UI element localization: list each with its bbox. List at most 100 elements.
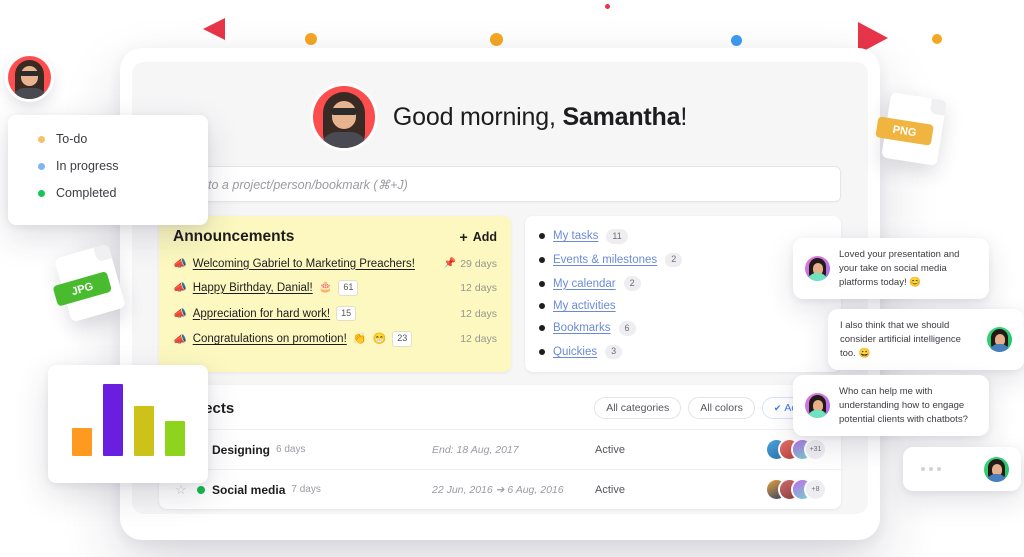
quicklink-label[interactable]: Quickies: [553, 346, 597, 358]
legend-color-dot: [38, 189, 45, 197]
pin-icon: 📌: [443, 258, 457, 269]
app-content: Good morning, Samantha! Jump to a projec…: [132, 62, 868, 514]
avatar-stack: +31: [767, 440, 825, 460]
chart-bar: [71, 428, 92, 456]
legend-list: To-do In progress Completed: [38, 132, 208, 200]
file-type-label: PNG: [875, 116, 934, 146]
search-input[interactable]: Jump to a project/person/bookmark (⌘+J): [159, 166, 841, 202]
file-corner-fold: [93, 243, 112, 263]
avatar: [8, 56, 51, 99]
megaphone-icon: 📣: [173, 333, 187, 346]
legend-color-dot: [38, 135, 45, 143]
announcement-row: 📣 Congratulations on promotion! 👏 😁 23 12 day…: [173, 331, 497, 348]
bar-chart: [48, 384, 208, 456]
chat-bubble: Loved your presentation and your take on…: [793, 238, 989, 300]
typing-dot: [937, 467, 941, 471]
project-name[interactable]: Social media: [212, 483, 285, 497]
typing-indicator-bubble: [903, 447, 1021, 491]
search-section: Jump to a project/person/bookmark (⌘+J): [132, 166, 868, 202]
plus-icon: +: [459, 229, 468, 245]
file-sheet: PNG: [875, 92, 947, 166]
chat-message-text: Who can help me with understanding how t…: [839, 386, 968, 425]
legend-label: Completed: [56, 186, 117, 200]
avatar-body: [808, 410, 827, 419]
quicklink-label[interactable]: My activities: [553, 300, 616, 312]
table-row[interactable]: ☆ Social media 7 days 22 Jun, 2016 ➔ 6 Aug,…: [159, 469, 841, 509]
bullet-icon: [539, 349, 545, 356]
decor-dot-4: [932, 34, 942, 44]
decor-dot-1: [305, 33, 317, 45]
announcements-header: Announcements + Add: [173, 228, 497, 246]
announcement-row: 📣 Happy Birthday, Danial! 🎂 61 12 days: [173, 280, 497, 296]
greeting-suffix: !: [680, 102, 688, 131]
quicklink-count-badge: 11: [606, 229, 628, 244]
project-date: End: 18 Aug, 2017: [432, 443, 519, 456]
table-row[interactable]: ☆Designing6 daysEnd: 18 Aug, 2017Active+…: [159, 429, 841, 469]
quicklink-label[interactable]: My calendar: [553, 278, 616, 290]
megaphone-icon: 📣: [173, 282, 187, 295]
announcement-link[interactable]: Congratulations on promotion!: [193, 333, 347, 345]
legend-color-dot: [38, 162, 45, 170]
announcement-age: 12 days: [460, 282, 497, 294]
png-file-badge: PNG: [875, 92, 947, 166]
project-duration: 6 days: [276, 444, 306, 456]
quicklink-label[interactable]: Bookmarks: [553, 322, 611, 334]
user-avatar[interactable]: [312, 86, 375, 148]
announcement-days-label: 12 days: [460, 333, 497, 346]
chat-message-text: I also think that we should consider art…: [840, 320, 961, 359]
legend-row: Completed: [38, 186, 208, 200]
star-icon[interactable]: ☆: [175, 482, 197, 498]
project-name[interactable]: Designing: [212, 443, 270, 457]
announcement-days-label: 29 days: [460, 257, 497, 270]
quicklink-row: My activities: [539, 300, 827, 312]
announcement-days-label: 12 days: [460, 307, 497, 320]
announcement-days-label: 12 days: [460, 281, 497, 294]
legend-label: To-do: [56, 132, 88, 146]
chat-message-text: Loved your presentation and your take on…: [839, 249, 960, 288]
announcements-card: Announcements + Add 📣 Welcoming Gabriel t…: [159, 216, 511, 373]
add-announcement-button[interactable]: + Add: [460, 230, 498, 244]
projects-card: Projects All categoriesAll colors✔Active…: [159, 385, 841, 510]
announcement-link[interactable]: Happy Birthday, Danial!: [193, 282, 313, 294]
greeting-name: Samantha: [562, 102, 681, 131]
reaction-count-badge: 23: [392, 331, 413, 348]
announcement-row: 📣 Welcoming Gabriel to Marketing Preacher…: [173, 257, 497, 271]
quicklink-count-badge: 6: [618, 321, 636, 336]
avatar-overflow-count: +8: [806, 480, 825, 500]
filter-pill[interactable]: All categories: [594, 397, 682, 420]
search-placeholder: Jump to a project/person/bookmark (⌘+J): [174, 177, 408, 192]
avatar-face: [21, 66, 38, 86]
bullet-icon: [539, 303, 545, 310]
project-filters: All categoriesAll colors✔Active: [594, 397, 825, 420]
avatar-overflow-count: +31: [806, 440, 825, 460]
quicklink-label[interactable]: Events & milestones: [553, 254, 657, 266]
quicklinks-list: My tasks 11 Events & milestones 2 My calenda…: [539, 229, 827, 360]
reaction-count-badge: 15: [336, 305, 357, 322]
typing-dots: [915, 467, 941, 471]
check-icon: ✔: [773, 403, 782, 414]
quicklink-label[interactable]: My tasks: [553, 230, 598, 242]
announcement-link[interactable]: Appreciation for hard work!: [193, 308, 330, 320]
projects-table: ☆ Designing 6 days End: 18 Aug, 2017 Active +…: [159, 429, 841, 509]
projects-header: Projects All categoriesAll colors✔Active: [159, 385, 841, 429]
avatar-body: [990, 344, 1009, 353]
greeting-prefix: Good morning,: [392, 102, 563, 131]
add-label: Add: [472, 230, 497, 244]
reaction-count-badge: 61: [338, 280, 359, 296]
greeting-section: Good morning, Samantha!: [132, 62, 868, 166]
bullet-icon: [539, 280, 545, 287]
bar-chart-card: [48, 365, 208, 483]
decor-dot-2: [490, 33, 503, 46]
avatar-glasses: [330, 108, 357, 115]
announcement-row: 📣 Appreciation for hard work! 15 12 days: [173, 305, 497, 322]
chat-bubble: I also think that we should consider art…: [828, 309, 1024, 371]
filter-pill-label: All categories: [606, 402, 670, 415]
quicklink-row: Bookmarks 6: [539, 321, 827, 336]
announcement-link[interactable]: Welcoming Gabriel to Marketing Preachers…: [193, 258, 415, 270]
announcement-age: 📌 29 days: [444, 258, 497, 270]
quicklink-count-badge: 3: [605, 344, 623, 360]
status-badge: Active: [595, 483, 625, 496]
filter-pill[interactable]: All colors: [688, 397, 755, 420]
page-title: Good morning, Samantha!: [393, 103, 687, 132]
quicklink-row: My tasks 11: [539, 229, 827, 244]
